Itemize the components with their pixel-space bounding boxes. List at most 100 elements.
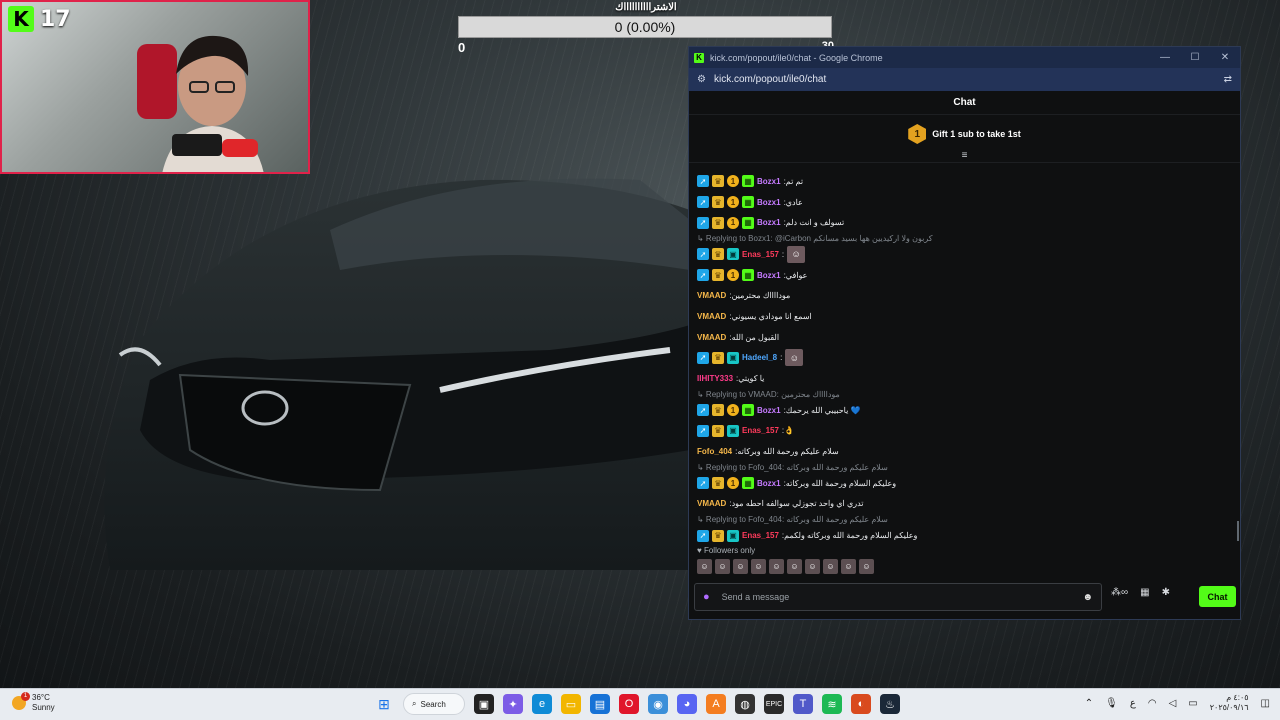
emote-icon[interactable]: ☺ <box>733 559 748 574</box>
minimize-button[interactable]: — <box>1150 52 1180 63</box>
moderator-badge-icon[interactable]: ➚ <box>697 175 709 188</box>
emote-icon[interactable]: ☺ <box>715 559 730 574</box>
crown-badge-icon[interactable]: ♛ <box>712 404 724 417</box>
chat-username[interactable]: Enas_157 <box>742 250 779 259</box>
steam-icon[interactable]: ♨ <box>880 694 900 714</box>
wifi-icon[interactable]: ◠ <box>1148 698 1157 709</box>
microphone-tray-icon[interactable]: 🎙 <box>1105 698 1118 709</box>
moderator-badge-icon[interactable]: ➚ <box>697 351 709 364</box>
chat-message[interactable]: ➚ ♛ 1 ▦ Bozx1: عوافي <box>697 265 1232 286</box>
copilot-icon[interactable]: ✦ <box>503 694 523 714</box>
og-badge-icon[interactable]: ▣ <box>727 424 739 437</box>
address-bar[interactable]: ⚙ kick.com/popout/ile0/chat ⇄ <box>689 68 1240 91</box>
edge-icon[interactable]: e <box>532 694 552 714</box>
emote-icon[interactable]: ☺ <box>841 559 856 574</box>
crown-badge-icon[interactable]: ♛ <box>712 248 724 261</box>
chat-username[interactable]: VMAAD <box>697 499 726 508</box>
obs-icon[interactable]: ◍ <box>735 694 755 714</box>
chat-username[interactable]: Enas_157 <box>742 426 779 435</box>
file-explorer-icon[interactable]: ▭ <box>561 694 581 714</box>
gift-rank-badge-icon[interactable]: 1 <box>727 269 739 282</box>
chat-username[interactable]: Enas_157 <box>742 531 779 540</box>
store-app-icon[interactable]: ▤ <box>590 694 610 714</box>
chat-username[interactable]: Bozx1 <box>757 177 781 186</box>
collapse-icon[interactable]: ≡ <box>689 149 1240 163</box>
crown-badge-icon[interactable]: ♛ <box>712 351 724 364</box>
kicks-icon[interactable]: ⁂∞ <box>1111 587 1128 598</box>
battery-icon[interactable]: ▭ <box>1188 698 1197 709</box>
chat-message[interactable]: VMAAD: مودااااك محترمين <box>697 285 1232 306</box>
emote-icon[interactable]: ☺ <box>787 559 802 574</box>
chat-username[interactable]: Fofo_404 <box>697 447 732 456</box>
moderator-badge-icon[interactable]: ➚ <box>697 404 709 417</box>
taskbar-search[interactable]: ⌕ Search <box>403 693 465 715</box>
chat-message[interactable]: ➚ ♛ 1 ▦ Bozx1: تم تم <box>697 171 1232 192</box>
crown-badge-icon[interactable]: ♛ <box>712 196 724 209</box>
chat-username[interactable]: Bozx1 <box>757 198 781 207</box>
chat-message[interactable]: ➚ ♛ ▣ Hadeel_8: ☺ <box>697 348 1232 369</box>
chat-scrollbar[interactable] <box>1237 521 1239 541</box>
reply-context[interactable]: ↳ Replying to Fofo_404: سلام عليكم ورحمة… <box>697 462 1232 473</box>
chat-message[interactable]: IIHITY333: يا كويتي <box>697 368 1232 389</box>
chat-message[interactable]: Fofo_404: سلام عليكم ورحمة الله وبركاته <box>697 441 1232 462</box>
language-indicator[interactable]: ع <box>1130 698 1136 709</box>
chat-message[interactable]: ➚ ♛ ▣ Enas_157: 👌 <box>697 421 1232 442</box>
spotify-icon[interactable]: ≋ <box>822 694 842 714</box>
chat-message[interactable]: ➚ ♛ ▣ Enas_157: وعليكم السلام ورحمة الله وب… <box>697 525 1232 546</box>
crown-badge-icon[interactable]: ♛ <box>712 529 724 542</box>
teams-icon[interactable]: T <box>793 694 813 714</box>
windows-start-icon[interactable]: ⊞ <box>374 694 394 714</box>
chat-message[interactable]: ➚ ♛ 1 ▦ Bozx1: تسولف و انت دلم <box>697 212 1232 233</box>
notification-icon[interactable]: ◫ <box>1261 698 1270 709</box>
emote-icon[interactable]: ☺ <box>823 559 838 574</box>
subscriber-badge-icon[interactable]: ▦ <box>742 269 754 282</box>
app-icon[interactable]: ◐ <box>851 694 871 714</box>
chat-message[interactable]: ➚ ♛ ▣ Enas_157: ☺ <box>697 244 1232 265</box>
send-chat-button[interactable]: Chat <box>1199 586 1236 607</box>
crown-badge-icon[interactable]: ♛ <box>712 269 724 282</box>
gift-rank-badge-icon[interactable]: 1 <box>727 196 739 209</box>
message-input[interactable]: ● Send a message ☻ <box>694 583 1102 611</box>
chat-username[interactable]: VMAAD <box>697 333 726 342</box>
chat-message[interactable]: VMAAD: تدري اي واحد تجوزلي سوالفه احطه م… <box>697 494 1232 515</box>
reply-context[interactable]: ↳ Replying to Fofo_404: سلام عليكم ورحمة… <box>697 514 1232 525</box>
site-info-icon[interactable]: ⚙ <box>697 74 706 85</box>
clock[interactable]: ٤:٠٥ م ٢٠٢٥/٠٩/١٦ <box>1210 693 1249 713</box>
gift-rank-badge-icon[interactable]: 1 <box>727 404 739 417</box>
emote-icon[interactable]: ☺ <box>697 559 712 574</box>
subscriber-badge-icon[interactable]: ▦ <box>742 477 754 490</box>
og-badge-icon[interactable]: ▣ <box>727 351 739 364</box>
moderator-badge-icon[interactable]: ➚ <box>697 477 709 490</box>
crown-badge-icon[interactable]: ♛ <box>712 175 724 188</box>
subscriber-badge-icon[interactable]: ▦ <box>742 175 754 188</box>
reply-context[interactable]: ↳ Replying to Bozx1: @iCarbon كربون ولا … <box>697 233 1232 244</box>
emote-icon[interactable]: ☺ <box>769 559 784 574</box>
window-titlebar[interactable]: K kick.com/popout/ile0/chat - Google Chr… <box>689 47 1240 68</box>
chat-message[interactable]: ➚ ♛ 1 ▦ Bozx1: ياحبيبي الله يرحمك 💙 <box>697 400 1232 421</box>
chat-message[interactable]: ➚ ♛ 1 ▦ Bozx1: عادي <box>697 192 1232 213</box>
emote-icon[interactable]: ☺ <box>751 559 766 574</box>
crown-badge-icon[interactable]: ♛ <box>712 424 724 437</box>
moderator-badge-icon[interactable]: ➚ <box>697 216 709 229</box>
microphone-icon[interactable]: ● <box>703 591 710 603</box>
maximize-button[interactable]: ☐ <box>1180 52 1210 63</box>
chat-message[interactable]: VMAAD: اسمع انا مودادي يسيوني <box>697 306 1232 327</box>
moderator-badge-icon[interactable]: ➚ <box>697 529 709 542</box>
moderator-badge-icon[interactable]: ➚ <box>697 248 709 261</box>
chat-username[interactable]: Bozx1 <box>757 479 781 488</box>
chat-username[interactable]: Hadeel_8 <box>742 353 777 362</box>
volume-icon[interactable]: ◁ <box>1169 698 1177 709</box>
close-button[interactable]: ✕ <box>1210 52 1240 63</box>
gift-rank-badge-icon[interactable]: 1 <box>727 175 739 188</box>
emoji-icon[interactable]: ☻ <box>1082 592 1093 603</box>
chat-username[interactable]: VMAAD <box>697 312 726 321</box>
chat-message[interactable]: ➚ ♛ 1 ▦ Bozx1: وعليكم السلام ورحمة الله وبرك… <box>697 473 1232 494</box>
moderator-badge-icon[interactable]: ➚ <box>697 269 709 282</box>
chevron-up-icon[interactable]: ⌃ <box>1085 698 1093 709</box>
moderator-badge-icon[interactable]: ➚ <box>697 424 709 437</box>
chat-username[interactable]: Bozx1 <box>757 406 781 415</box>
discord-icon[interactable]: ◕ <box>677 694 697 714</box>
emote-icon[interactable]: ☺ <box>859 559 874 574</box>
moderator-badge-icon[interactable]: ➚ <box>697 196 709 209</box>
reply-context[interactable]: ↳ Replying to VMAAD: مودااااك محترمين <box>697 389 1232 400</box>
